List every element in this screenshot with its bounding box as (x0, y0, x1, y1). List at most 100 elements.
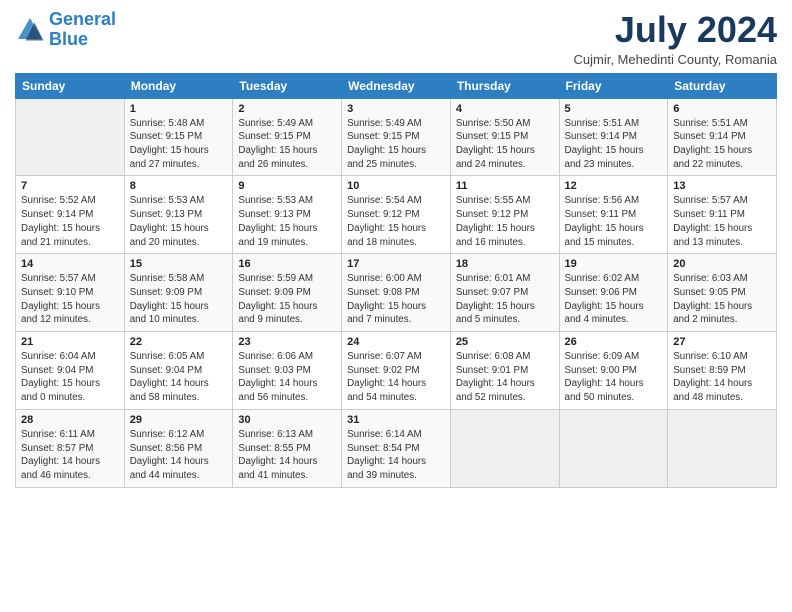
header-row: SundayMondayTuesdayWednesdayThursdayFrid… (16, 73, 777, 98)
day-number: 23 (238, 336, 336, 348)
day-cell: 4Sunrise: 5:50 AMSunset: 9:15 PMDaylight… (450, 98, 559, 176)
day-number: 13 (673, 180, 771, 192)
day-cell: 20Sunrise: 6:03 AMSunset: 9:05 PMDayligh… (668, 254, 777, 332)
calendar: SundayMondayTuesdayWednesdayThursdayFrid… (15, 73, 777, 488)
day-info: Sunrise: 6:04 AMSunset: 9:04 PMDaylight:… (21, 350, 119, 405)
day-number: 3 (347, 103, 445, 115)
day-number: 20 (673, 258, 771, 270)
day-cell: 29Sunrise: 6:12 AMSunset: 8:56 PMDayligh… (124, 409, 233, 487)
day-cell: 23 Sunrise: 6:06 AMSunset: 9:03 PMDayligh… (233, 332, 342, 410)
day-cell: 6 Sunrise: 5:51 AMSunset: 9:14 PMDaylight… (668, 98, 777, 176)
day-cell: 14 Sunrise: 5:57 AMSunset: 9:10 PMDayligh… (16, 254, 125, 332)
day-number: 2 (238, 103, 336, 115)
day-info: Sunrise: 5:57 AMSunset: 9:10 PMDaylight:… (21, 272, 119, 327)
day-info: Sunrise: 6:11 AMSunset: 8:57 PMDaylight:… (21, 428, 119, 483)
day-number: 14 (21, 258, 119, 270)
day-cell: 13 Sunrise: 5:57 AMSunset: 9:11 PMDayligh… (668, 176, 777, 254)
day-cell: 24Sunrise: 6:07 AMSunset: 9:02 PMDayligh… (342, 332, 451, 410)
day-number: 7 (21, 180, 119, 192)
day-info: Sunrise: 6:10 AMSunset: 8:59 PMDaylight:… (673, 350, 771, 405)
day-info: Sunrise: 6:08 AMSunset: 9:01 PMDaylight:… (456, 350, 554, 405)
day-info: Sunrise: 6:09 AMSunset: 9:00 PMDaylight:… (565, 350, 663, 405)
day-info: Sunrise: 5:55 AMSunset: 9:12 PMDaylight:… (456, 194, 554, 249)
day-number: 18 (456, 258, 554, 270)
day-info: Sunrise: 6:05 AMSunset: 9:04 PMDaylight:… (130, 350, 228, 405)
day-number: 16 (238, 258, 336, 270)
day-number: 17 (347, 258, 445, 270)
day-info: Sunrise: 5:51 AMSunset: 9:14 PMDaylight:… (673, 117, 771, 172)
day-number: 6 (673, 103, 771, 115)
day-number: 12 (565, 180, 663, 192)
day-cell: 22 Sunrise: 6:05 AMSunset: 9:04 PMDayligh… (124, 332, 233, 410)
day-info: Sunrise: 6:13 AMSunset: 8:55 PMDaylight:… (238, 428, 336, 483)
logo-icon (15, 15, 45, 45)
day-number: 1 (130, 103, 228, 115)
day-info: Sunrise: 6:00 AMSunset: 9:08 PMDaylight:… (347, 272, 445, 327)
day-cell: 17 Sunrise: 6:00 AMSunset: 9:08 PMDayligh… (342, 254, 451, 332)
day-info: Sunrise: 5:49 AMSunset: 9:15 PMDaylight:… (347, 117, 445, 172)
day-info: Sunrise: 5:53 AMSunset: 9:13 PMDaylight:… (238, 194, 336, 249)
day-info: Sunrise: 5:53 AMSunset: 9:13 PMDaylight:… (130, 194, 228, 249)
day-cell (450, 409, 559, 487)
day-number: 9 (238, 180, 336, 192)
day-number: 21 (21, 336, 119, 348)
week-row-1: 1Sunrise: 5:48 AMSunset: 9:15 PMDaylight… (16, 98, 777, 176)
logo-blue: Blue (49, 30, 116, 50)
col-header-wednesday: Wednesday (342, 73, 451, 98)
day-cell: 21 Sunrise: 6:04 AMSunset: 9:04 PMDayligh… (16, 332, 125, 410)
day-number: 5 (565, 103, 663, 115)
day-cell: 26Sunrise: 6:09 AMSunset: 9:00 PMDayligh… (559, 332, 668, 410)
title-block: July 2024 Cujmir, Mehedinti County, Roma… (573, 10, 777, 67)
day-cell (668, 409, 777, 487)
day-number: 22 (130, 336, 228, 348)
week-row-4: 21 Sunrise: 6:04 AMSunset: 9:04 PMDayligh… (16, 332, 777, 410)
day-info: Sunrise: 5:54 AMSunset: 9:12 PMDaylight:… (347, 194, 445, 249)
day-cell (16, 98, 125, 176)
day-number: 8 (130, 180, 228, 192)
day-info: Sunrise: 5:49 AMSunset: 9:15 PMDaylight:… (238, 117, 336, 172)
day-number: 27 (673, 336, 771, 348)
page: General Blue July 2024 Cujmir, Mehedinti… (0, 0, 792, 612)
day-number: 15 (130, 258, 228, 270)
day-cell: 1Sunrise: 5:48 AMSunset: 9:15 PMDaylight… (124, 98, 233, 176)
day-number: 30 (238, 414, 336, 426)
day-cell: 5 Sunrise: 5:51 AMSunset: 9:14 PMDaylight… (559, 98, 668, 176)
day-info: Sunrise: 6:12 AMSunset: 8:56 PMDaylight:… (130, 428, 228, 483)
day-info: Sunrise: 5:58 AMSunset: 9:09 PMDaylight:… (130, 272, 228, 327)
day-cell: 2 Sunrise: 5:49 AMSunset: 9:15 PMDaylight… (233, 98, 342, 176)
day-info: Sunrise: 6:02 AMSunset: 9:06 PMDaylight:… (565, 272, 663, 327)
day-cell (559, 409, 668, 487)
day-number: 24 (347, 336, 445, 348)
day-cell: 3 Sunrise: 5:49 AMSunset: 9:15 PMDaylight… (342, 98, 451, 176)
day-cell: 27 Sunrise: 6:10 AMSunset: 8:59 PMDayligh… (668, 332, 777, 410)
day-info: Sunrise: 6:01 AMSunset: 9:07 PMDaylight:… (456, 272, 554, 327)
subtitle: Cujmir, Mehedinti County, Romania (573, 52, 777, 67)
col-header-thursday: Thursday (450, 73, 559, 98)
day-number: 10 (347, 180, 445, 192)
day-info: Sunrise: 5:52 AMSunset: 9:14 PMDaylight:… (21, 194, 119, 249)
day-cell: 12Sunrise: 5:56 AMSunset: 9:11 PMDayligh… (559, 176, 668, 254)
day-info: Sunrise: 5:57 AMSunset: 9:11 PMDaylight:… (673, 194, 771, 249)
day-cell: 15 Sunrise: 5:58 AMSunset: 9:09 PMDayligh… (124, 254, 233, 332)
week-row-2: 7 Sunrise: 5:52 AMSunset: 9:14 PMDaylight… (16, 176, 777, 254)
day-number: 4 (456, 103, 554, 115)
day-cell: 19 Sunrise: 6:02 AMSunset: 9:06 PMDayligh… (559, 254, 668, 332)
day-number: 31 (347, 414, 445, 426)
day-cell: 8 Sunrise: 5:53 AMSunset: 9:13 PMDaylight… (124, 176, 233, 254)
day-info: Sunrise: 6:14 AMSunset: 8:54 PMDaylight:… (347, 428, 445, 483)
day-info: Sunrise: 5:59 AMSunset: 9:09 PMDaylight:… (238, 272, 336, 327)
day-number: 25 (456, 336, 554, 348)
day-info: Sunrise: 5:51 AMSunset: 9:14 PMDaylight:… (565, 117, 663, 172)
day-cell: 18 Sunrise: 6:01 AMSunset: 9:07 PMDayligh… (450, 254, 559, 332)
logo-general: General (49, 9, 116, 29)
col-header-tuesday: Tuesday (233, 73, 342, 98)
day-info: Sunrise: 6:06 AMSunset: 9:03 PMDaylight:… (238, 350, 336, 405)
col-header-friday: Friday (559, 73, 668, 98)
col-header-saturday: Saturday (668, 73, 777, 98)
day-cell: 7 Sunrise: 5:52 AMSunset: 9:14 PMDaylight… (16, 176, 125, 254)
col-header-monday: Monday (124, 73, 233, 98)
day-cell: 9 Sunrise: 5:53 AMSunset: 9:13 PMDaylight… (233, 176, 342, 254)
col-header-sunday: Sunday (16, 73, 125, 98)
header: General Blue July 2024 Cujmir, Mehedinti… (15, 10, 777, 67)
day-number: 19 (565, 258, 663, 270)
